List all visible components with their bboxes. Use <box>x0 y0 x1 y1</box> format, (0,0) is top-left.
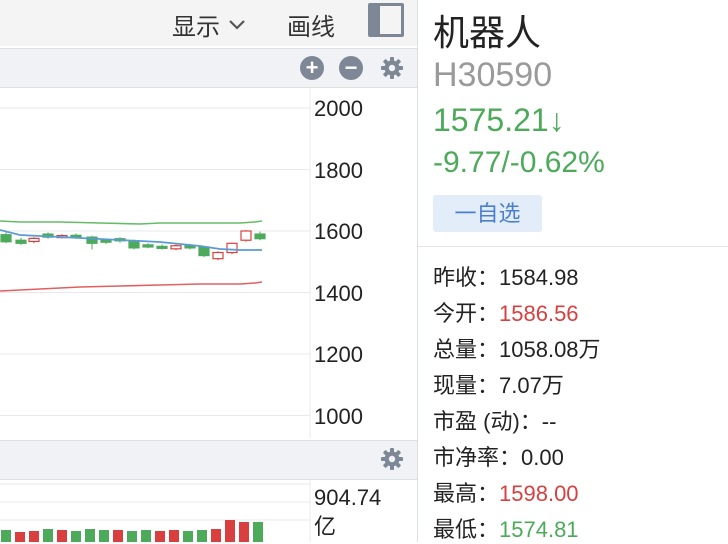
candle-body <box>212 251 224 260</box>
candle-body <box>240 230 252 241</box>
display-menu[interactable]: 显示 <box>172 7 246 42</box>
volume-value: 904.74 <box>314 485 382 510</box>
volume-bar <box>155 531 165 542</box>
volume-bar <box>113 530 123 542</box>
volume-bar <box>127 531 137 542</box>
chart-grid <box>0 88 311 438</box>
top-toolbar: 显示 画线 <box>0 0 418 46</box>
volume-chart-header <box>0 440 418 480</box>
volume-bar <box>183 531 193 542</box>
candle-body <box>254 233 266 240</box>
stat-label: 今开： <box>433 301 500 326</box>
stat-label: 昨收： <box>433 265 500 290</box>
stat-row-prev-close: 昨收：1584.98 <box>433 260 579 292</box>
candle-body <box>142 244 154 248</box>
stat-value: 1574.81 <box>499 517 579 542</box>
volume-bar <box>253 522 263 542</box>
gear-icon[interactable] <box>380 447 404 471</box>
volume-bar <box>197 530 207 542</box>
volume-bar <box>141 530 151 542</box>
info-divider <box>418 246 728 247</box>
stat-value: 0.00 <box>521 445 564 470</box>
volume-bar <box>99 530 109 542</box>
volume-bars <box>1 520 263 542</box>
stat-label: 最低： <box>433 517 500 542</box>
stat-label: 最高： <box>433 481 500 506</box>
y-tick-label: 1200 <box>314 342 363 367</box>
stat-value: 1058.08万 <box>499 337 601 362</box>
volume-bar <box>1 530 11 542</box>
y-tick-label: 1600 <box>314 219 363 244</box>
stock-change: -9.77/-0.62% <box>433 146 605 179</box>
panel-toggle-icon[interactable] <box>368 3 404 37</box>
candle-body <box>170 245 182 250</box>
stat-label: 市盈 (动)： <box>433 409 542 434</box>
candle-body <box>156 245 168 249</box>
zoom-out-icon[interactable]: − <box>339 56 363 80</box>
chevron-down-icon <box>229 19 245 30</box>
y-tick-label: 1800 <box>314 158 363 183</box>
quote-info-panel: 机器人 H30590 1575.21↓ -9.77/-0.62% 一自选 昨收：… <box>418 0 728 542</box>
candlesticks <box>0 230 266 261</box>
chart-panel: 显示 画线 + − 2000 1800 1600 1400 1200 1000 … <box>0 0 418 542</box>
volume-bar <box>211 529 221 542</box>
y-tick-label: 1400 <box>314 281 363 306</box>
stock-name: 机器人 <box>433 12 542 53</box>
stat-label: 现量： <box>433 373 500 398</box>
volume-bar <box>71 531 81 542</box>
price-chart[interactable] <box>0 88 418 438</box>
candle-body <box>198 246 210 257</box>
stat-row-current-volume: 现量：7.07万 <box>433 368 564 400</box>
candle-body <box>100 239 112 243</box>
volume-bar <box>57 530 67 542</box>
stat-row-pe-ratio: 市盈 (动)：-- <box>433 404 556 436</box>
volume-bar <box>29 531 39 542</box>
gear-icon[interactable] <box>380 56 404 80</box>
stat-value: 1598.00 <box>499 481 579 506</box>
stat-value: 1586.56 <box>499 301 579 326</box>
volume-bar <box>225 520 235 542</box>
volume-bar <box>15 532 25 542</box>
volume-max-label: 904.74 亿 <box>314 483 381 541</box>
volume-unit: 亿 <box>314 514 337 539</box>
candle-body <box>28 237 40 243</box>
volume-bar <box>239 522 249 542</box>
candle-body <box>0 234 12 243</box>
main-chart-header: + − <box>0 48 418 88</box>
upper-band-line <box>0 220 263 225</box>
candle-body <box>226 242 238 254</box>
candle-body <box>128 240 140 249</box>
stat-label: 总量： <box>433 337 500 362</box>
display-menu-label: 显示 <box>172 14 220 41</box>
stat-label: 市净率： <box>433 445 522 470</box>
y-tick-label: 1000 <box>314 404 363 429</box>
stock-code: H30590 <box>433 56 553 94</box>
stat-row-high: 最高：1598.00 <box>433 476 579 508</box>
stat-value: 1584.98 <box>499 265 579 290</box>
stat-row-total-volume: 总量：1058.08万 <box>433 332 601 364</box>
volume-bar <box>169 530 179 542</box>
remove-watchlist-button[interactable]: 一自选 <box>433 195 542 232</box>
volume-bar <box>43 529 53 542</box>
stat-row-low: 最低：1574.81 <box>433 512 579 544</box>
lower-band-line <box>0 281 263 292</box>
draw-line-button[interactable]: 画线 <box>287 7 335 42</box>
stat-value: 7.07万 <box>499 373 564 398</box>
stat-row-open: 今开：1586.56 <box>433 296 579 328</box>
volume-bar <box>85 529 95 542</box>
stat-value: -- <box>541 409 557 434</box>
candle-body <box>15 239 27 244</box>
y-tick-label: 2000 <box>314 96 363 121</box>
zoom-in-icon[interactable]: + <box>300 56 324 80</box>
stat-row-pb-ratio: 市净率：0.00 <box>433 440 564 472</box>
stock-price: 1575.21↓ <box>433 102 565 138</box>
